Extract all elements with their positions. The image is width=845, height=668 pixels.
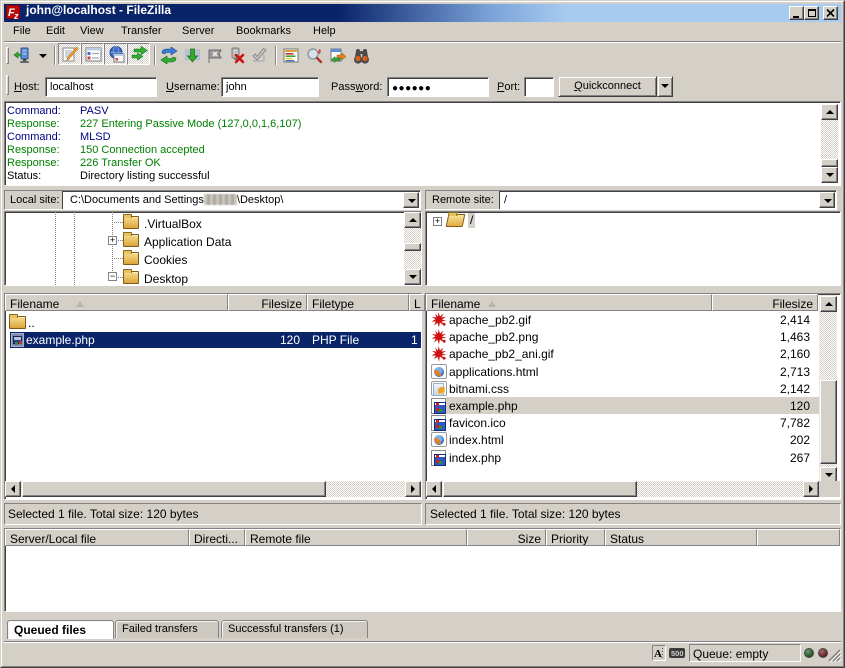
svg-text:z: z [13,11,19,20]
svg-text:500: 500 [671,649,684,658]
svg-text:A: A [654,648,662,660]
